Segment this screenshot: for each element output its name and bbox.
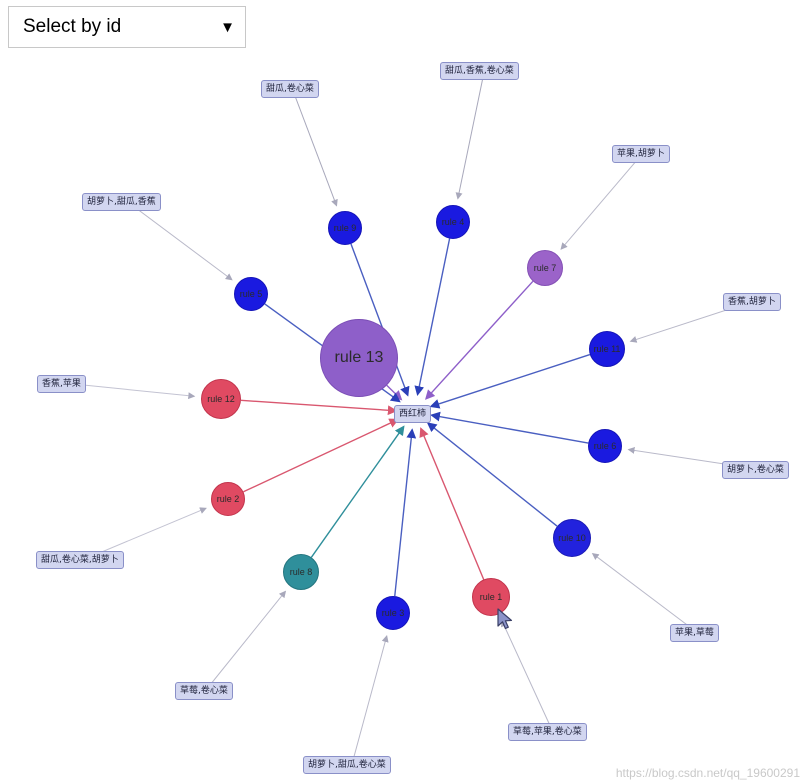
- item-label-item-strawberry-cabbage[interactable]: 草莓,卷心菜: [175, 682, 233, 700]
- item-label-item-strawberry-apple-cabbage[interactable]: 草莓,苹果,卷心菜: [508, 723, 587, 741]
- edge-item-melon-banana-cabbage-to-rule4: [455, 69, 485, 200]
- graph-node-label: rule 9: [333, 223, 357, 233]
- item-label-item-carrot-melon-banana[interactable]: 胡萝卜,甜瓜,香蕉: [82, 193, 161, 211]
- graph-node-rule3[interactable]: rule 3: [376, 596, 410, 630]
- edge-rule11-to-center: [429, 353, 591, 409]
- item-label-item-carrot-melon-cabbage[interactable]: 胡萝卜,甜瓜,卷心菜: [303, 756, 391, 774]
- graph-node-rule5[interactable]: rule 5: [234, 277, 268, 311]
- edge-item-strawberry-cabbage-to-rule8: [205, 590, 287, 691]
- edge-rule3-to-center: [394, 428, 417, 597]
- graph-node-label: rule 1: [479, 592, 503, 602]
- graph-node-rule12[interactable]: rule 12: [201, 379, 241, 419]
- graph-node-label: rule 13: [334, 349, 384, 366]
- item-label-text: 胡萝卜,甜瓜,卷心菜: [308, 760, 386, 770]
- item-label-text: 草莓,苹果,卷心菜: [513, 727, 582, 737]
- edge-rule7-to-center: [425, 280, 534, 400]
- graph-node-rule9[interactable]: rule 9: [328, 211, 362, 245]
- center-node-label: 西红柿: [399, 409, 427, 419]
- item-label-item-apple-carrot[interactable]: 苹果,胡萝卜: [612, 145, 670, 163]
- item-label-text: 香蕉,胡萝卜: [728, 297, 776, 307]
- graph-node-label: rule 4: [441, 217, 465, 227]
- item-label-item-melon-cabbage-carrot[interactable]: 甜瓜,卷心菜,胡萝卜: [36, 551, 124, 569]
- edge-rule8-to-center: [310, 425, 405, 558]
- item-label-text: 苹果,草莓: [675, 628, 714, 638]
- edge-rule10-to-center: [426, 422, 558, 527]
- item-label-item-banana-apple[interactable]: 香蕉,苹果: [37, 375, 86, 393]
- item-label-text: 甜瓜,卷心菜,胡萝卜: [41, 555, 119, 565]
- graph-node-label: rule 8: [289, 567, 313, 577]
- graph-node-label: rule 12: [207, 394, 235, 404]
- item-label-item-banana-carrot[interactable]: 香蕉,胡萝卜: [723, 293, 781, 311]
- item-label-item-apple-strawberry[interactable]: 苹果,草莓: [670, 624, 719, 642]
- watermark-text: https://blog.csdn.net/qq_19600291: [615, 766, 800, 780]
- item-label-text: 甜瓜,卷心菜: [266, 84, 314, 94]
- edge-item-apple-strawberry-to-rule10: [591, 552, 697, 633]
- graph-node-rule13[interactable]: rule 13: [320, 319, 398, 397]
- item-label-text: 苹果,胡萝卜: [617, 149, 665, 159]
- graph-node-rule1[interactable]: rule 1: [472, 578, 510, 616]
- select-by-id-dropdown[interactable]: Select by id ▼: [9, 7, 245, 47]
- graph-node-rule4[interactable]: rule 4: [436, 205, 470, 239]
- select-by-id-container[interactable]: Select by id ▼: [8, 6, 246, 48]
- graph-node-rule6[interactable]: rule 6: [588, 429, 622, 463]
- chevron-down-icon[interactable]: ▼: [220, 20, 235, 35]
- graph-node-label: rule 11: [593, 344, 621, 354]
- item-label-text: 草莓,卷心菜: [180, 686, 228, 696]
- edge-rule6-to-center: [430, 411, 589, 444]
- item-label-text: 胡萝卜,卷心菜: [727, 465, 784, 475]
- graph-node-label: rule 7: [533, 263, 557, 273]
- edge-item-carrot-melon-cabbage-to-rule3: [351, 635, 389, 765]
- edge-rule1-to-center: [419, 427, 485, 580]
- edge-rule12-to-center: [240, 399, 398, 416]
- graph-node-label: rule 3: [381, 608, 405, 618]
- graph-node-label: rule 10: [558, 533, 586, 543]
- item-label-text: 甜瓜,香蕉,卷心菜: [445, 66, 514, 76]
- graph-node-label: rule 6: [593, 441, 617, 451]
- graph-node-rule7[interactable]: rule 7: [527, 250, 563, 286]
- edge-item-apple-carrot-to-rule7: [560, 152, 644, 250]
- graph-node-label: rule 2: [216, 494, 240, 504]
- edge-item-strawberry-apple-cabbage-to-rule1: [501, 619, 553, 732]
- graph-node-rule10[interactable]: rule 10: [553, 519, 591, 557]
- item-label-item-carrot-cabbage[interactable]: 胡萝卜,卷心菜: [722, 461, 789, 479]
- center-node-tomato[interactable]: 西红柿: [394, 405, 432, 423]
- network-graph-canvas[interactable]: [0, 0, 806, 784]
- graph-node-label: rule 5: [239, 289, 263, 299]
- graph-node-rule11[interactable]: rule 11: [589, 331, 625, 367]
- item-label-text: 香蕉,苹果: [42, 379, 81, 389]
- edge-item-melon-cabbage-to-rule9: [291, 87, 338, 207]
- select-by-id-label: Select by id: [23, 16, 122, 37]
- graph-node-rule2[interactable]: rule 2: [211, 482, 245, 516]
- item-label-item-melon-cabbage[interactable]: 甜瓜,卷心菜: [261, 80, 319, 98]
- edge-item-carrot-melon-banana-to-rule5: [126, 200, 233, 281]
- item-label-text: 胡萝卜,甜瓜,香蕉: [87, 197, 156, 207]
- edge-rule4-to-center: [414, 238, 451, 396]
- graph-node-rule8[interactable]: rule 8: [283, 554, 319, 590]
- item-label-item-melon-banana-cabbage[interactable]: 甜瓜,香蕉,卷心菜: [440, 62, 519, 80]
- edge-rule2-to-center: [243, 418, 400, 493]
